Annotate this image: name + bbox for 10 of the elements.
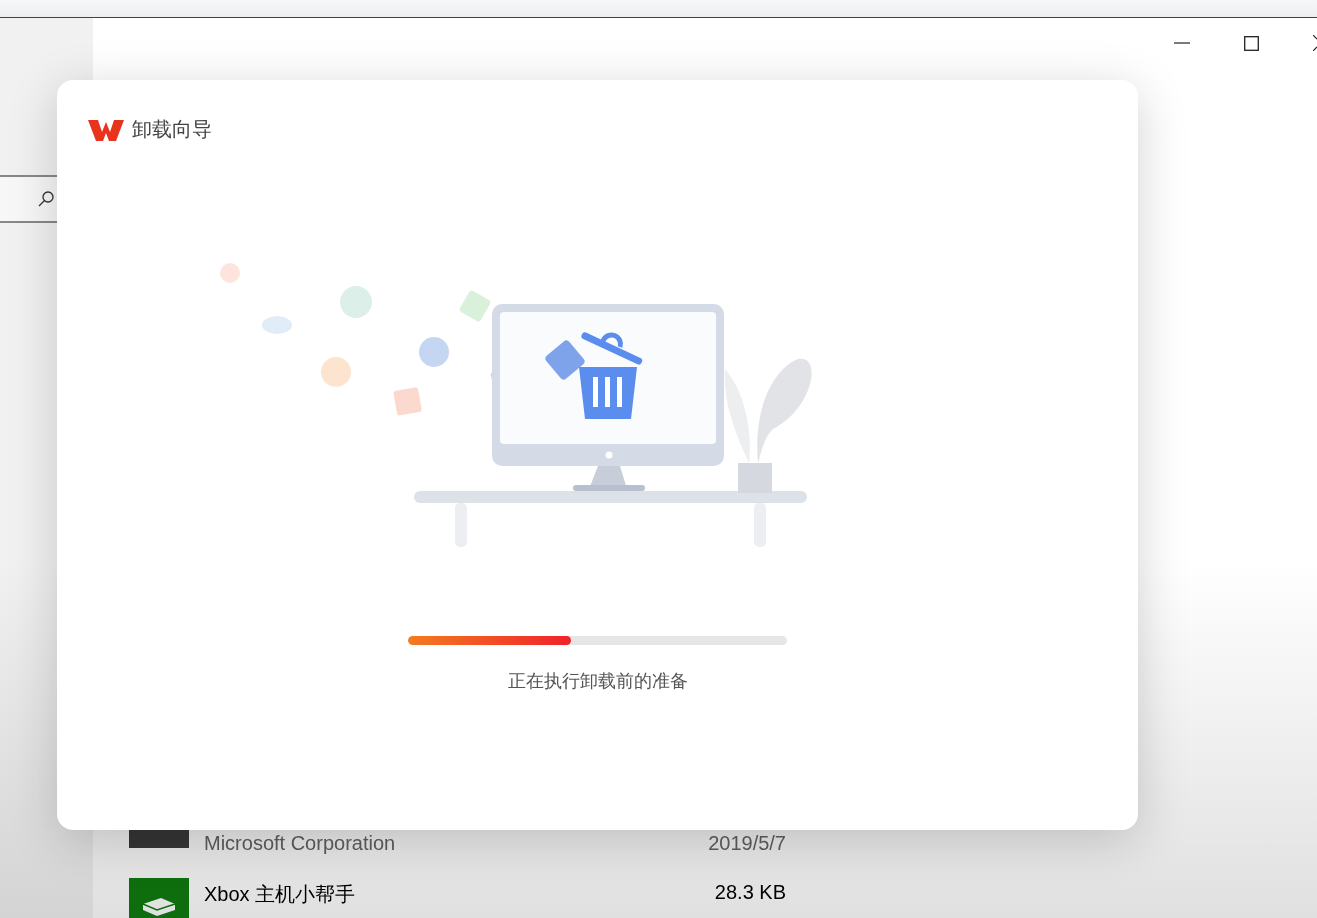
app-date: 2019/5/7: [708, 832, 786, 856]
app-name: Xbox 主机小帮手: [204, 882, 356, 905]
search-field[interactable]: [0, 175, 57, 223]
search-icon: [37, 190, 55, 208]
dialog-title: 卸载向导: [132, 117, 212, 142]
maximize-icon[interactable]: [1244, 35, 1259, 51]
close-icon[interactable]: [1313, 35, 1317, 51]
app-size: 28.3 KB: [714, 881, 786, 905]
app-publisher: Microsoft Corporation: [204, 832, 396, 856]
status-text: 正在执行卸载前的准备: [507, 670, 688, 693]
